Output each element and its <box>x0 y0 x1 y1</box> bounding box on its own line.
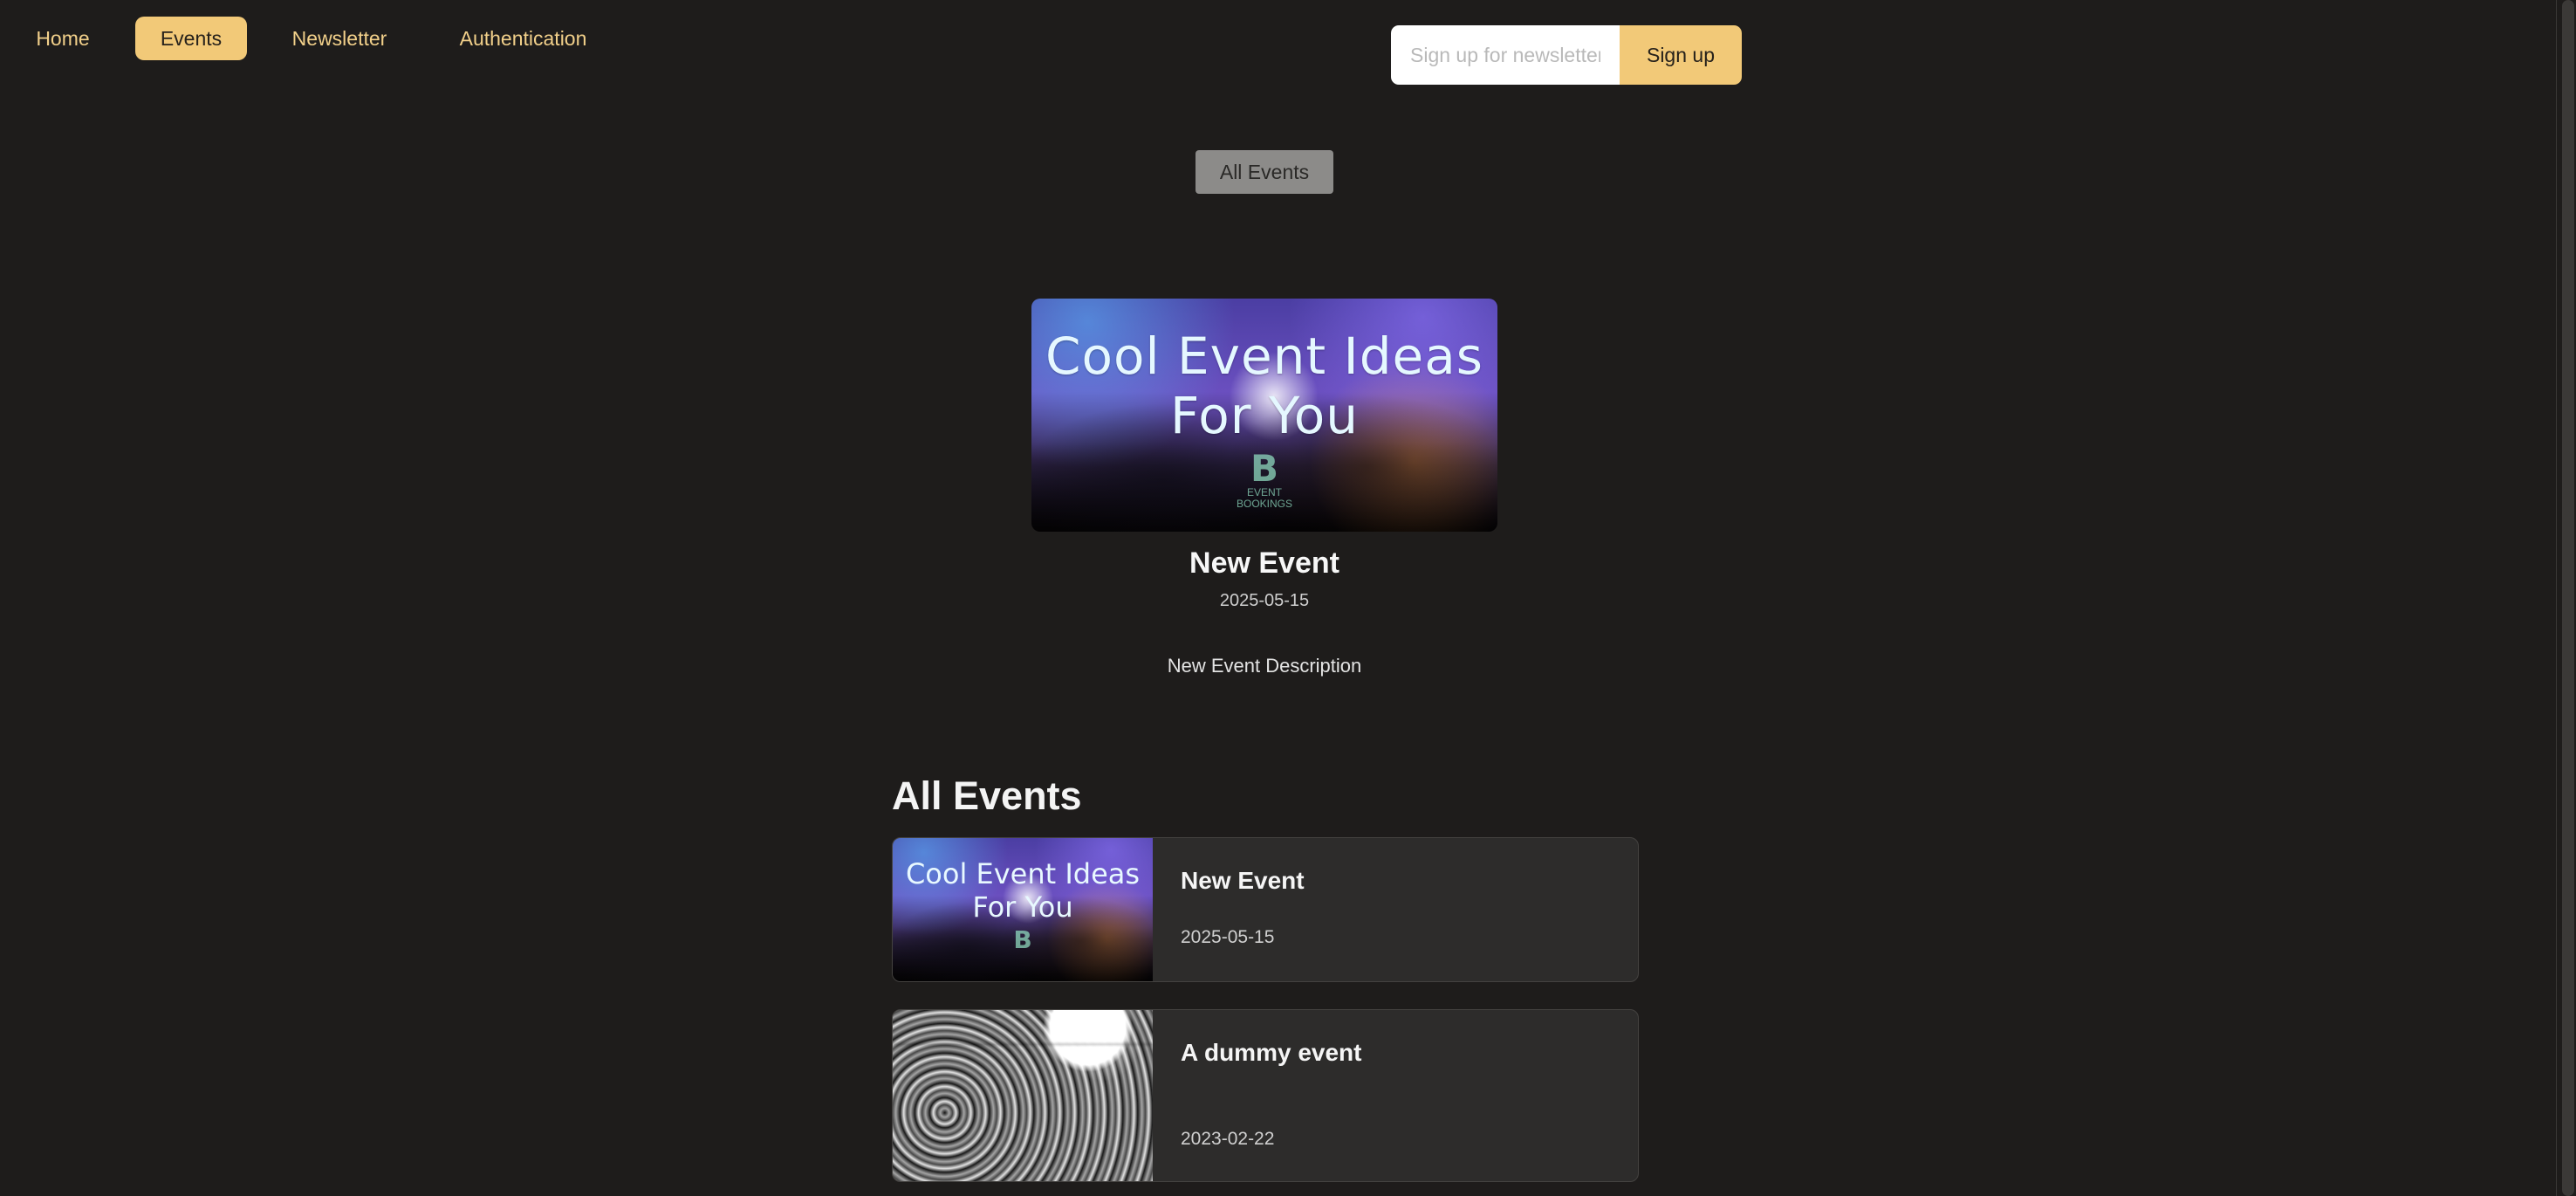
event-thumbnail: Cool Event Ideas For You B <box>893 838 1153 981</box>
thumbnail-title: Cool Event Ideas For You <box>893 857 1153 924</box>
event-bookings-logo: B EVENT BOOKINGS <box>1031 450 1497 510</box>
event-logo-text-line2: BOOKINGS <box>1236 498 1292 510</box>
nav-events-link[interactable]: Events <box>135 17 247 60</box>
event-thumbnail <box>893 1010 1153 1181</box>
featured-image-title-line1: Cool Event Ideas <box>1045 326 1483 386</box>
event-card-content: A dummy event 2023-02-22 <box>1181 1010 1620 1181</box>
thumbnail-title-line2: For You <box>972 890 1073 924</box>
featured-image-title-line2: For You <box>1169 386 1360 445</box>
thumbnail-title-line1: Cool Event Ideas <box>905 857 1141 890</box>
thumbnail-logo-mark: B <box>1013 925 1032 954</box>
featured-event-title: New Event <box>1189 546 1339 580</box>
scrollbar-thumb[interactable] <box>2562 0 2574 1196</box>
event-logo-mark: B <box>1250 447 1278 490</box>
nav-home-link[interactable]: Home <box>19 17 106 60</box>
featured-event-image: Cool Event Ideas For You B EVENT BOOKING… <box>1031 299 1497 532</box>
newsletter-signup-button[interactable]: Sign up <box>1620 25 1742 85</box>
nav-authentication-link[interactable]: Authentication <box>447 17 599 60</box>
all-events-heading: All Events <box>892 773 1082 818</box>
event-card-title: New Event <box>1181 867 1305 894</box>
event-card[interactable]: Cool Event Ideas For You B New Event 202… <box>892 837 1639 982</box>
event-card-date: 2023-02-22 <box>1181 1129 1275 1149</box>
event-card-date: 2025-05-15 <box>1181 927 1275 947</box>
newsletter-signup-form: Sign up <box>1391 25 1742 85</box>
nav-newsletter-link[interactable]: Newsletter <box>275 17 404 60</box>
top-navigation: Home Events Newsletter Authentication Si… <box>0 0 2557 85</box>
featured-event-date: 2025-05-15 <box>1219 591 1310 610</box>
newsletter-email-input[interactable] <box>1391 25 1620 85</box>
featured-event-description: New Event Description <box>1167 655 1362 677</box>
event-card-title: A dummy event <box>1181 1039 1362 1066</box>
event-card-content: New Event 2025-05-15 <box>1181 838 1620 981</box>
page-scrollbar[interactable] <box>2556 0 2576 1196</box>
featured-image-title: Cool Event Ideas For You <box>1031 326 1497 445</box>
event-card[interactable]: A dummy event 2023-02-22 <box>892 1009 1639 1182</box>
all-events-button[interactable]: All Events <box>1196 150 1333 194</box>
crowd-photo <box>893 1010 1153 1181</box>
